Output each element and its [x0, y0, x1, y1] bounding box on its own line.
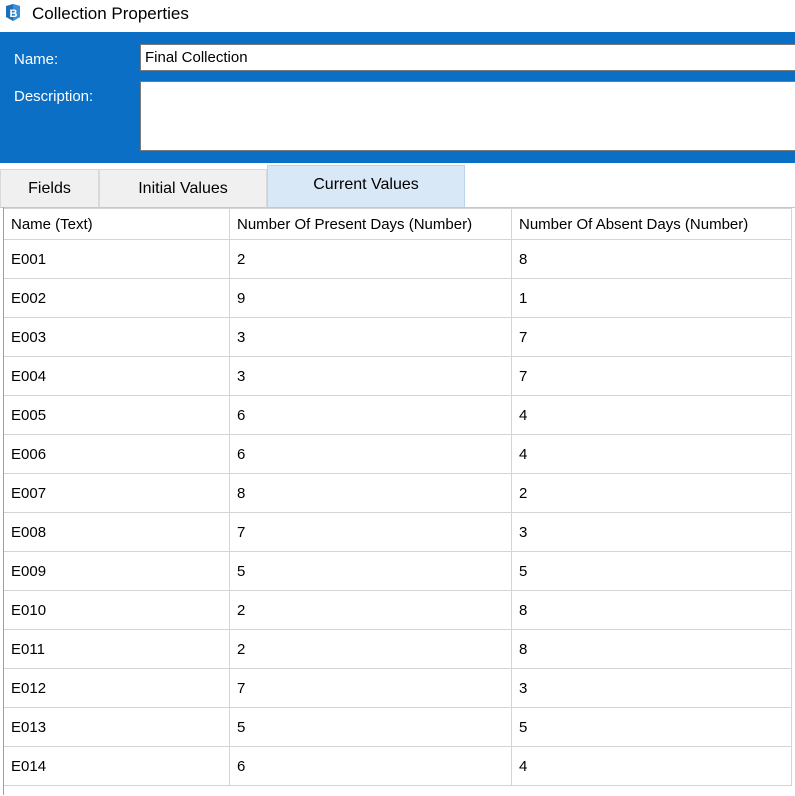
cell-present-days[interactable]: 7 — [229, 668, 512, 708]
description-input[interactable] — [140, 81, 795, 151]
name-label: Name: — [14, 51, 59, 68]
cell-name[interactable]: E008 — [3, 512, 230, 552]
cell-present-days[interactable]: 2 — [229, 629, 512, 669]
cell-name[interactable]: E003 — [3, 317, 230, 357]
cell-present-days[interactable]: 6 — [229, 434, 512, 474]
cell-present-days[interactable]: 5 — [229, 551, 512, 591]
table-row[interactable]: E012 7 3 — [3, 668, 792, 708]
current-values-grid[interactable]: Name (Text) Number Of Present Days (Numb… — [0, 207, 795, 796]
cell-absent-days[interactable]: 3 — [511, 668, 792, 708]
cell-name[interactable]: E004 — [3, 356, 230, 396]
cell-present-days[interactable]: 6 — [229, 746, 512, 786]
cell-absent-days[interactable]: 4 — [511, 746, 792, 786]
collection-header-panel: Name: Description: — [0, 32, 795, 163]
cell-name[interactable]: E012 — [3, 668, 230, 708]
cell-absent-days[interactable]: 3 — [511, 512, 792, 552]
tab-initial-values[interactable]: Initial Values — [99, 169, 267, 207]
table-row[interactable]: E001 2 8 — [3, 239, 792, 279]
tab-current-values[interactable]: Current Values — [267, 165, 465, 207]
table-row[interactable]: E010 2 8 — [3, 590, 792, 630]
cell-present-days[interactable]: 7 — [229, 512, 512, 552]
cell-present-days[interactable]: 8 — [229, 473, 512, 513]
table-row[interactable]: E003 3 7 — [3, 317, 792, 357]
cell-absent-days[interactable]: 4 — [511, 395, 792, 435]
cell-name[interactable]: E013 — [3, 707, 230, 747]
table-row[interactable]: E011 2 8 — [3, 629, 792, 669]
svg-text:B: B — [10, 8, 18, 20]
cell-absent-days[interactable]: 8 — [511, 590, 792, 630]
cell-present-days[interactable]: 3 — [229, 317, 512, 357]
cell-name[interactable]: E010 — [3, 590, 230, 630]
cell-name[interactable]: E002 — [3, 278, 230, 318]
cell-present-days[interactable]: 3 — [229, 356, 512, 396]
table-row[interactable]: E004 3 7 — [3, 356, 792, 396]
header-row: Name (Text) Number Of Present Days (Numb… — [3, 208, 792, 240]
name-input[interactable] — [140, 44, 795, 71]
table-row[interactable]: E007 8 2 — [3, 473, 792, 513]
cell-absent-days[interactable]: 8 — [511, 239, 792, 279]
description-label: Description: — [14, 88, 94, 105]
cell-name[interactable]: E006 — [3, 434, 230, 474]
cell-absent-days[interactable]: 5 — [511, 551, 792, 591]
cell-absent-days[interactable]: 5 — [511, 707, 792, 747]
table-row[interactable]: E002 9 1 — [3, 278, 792, 318]
cell-name[interactable]: E009 — [3, 551, 230, 591]
blueprism-icon: B — [6, 4, 20, 21]
window-title: Collection Properties — [32, 4, 189, 23]
table-row[interactable]: E014 6 4 — [3, 746, 792, 786]
cell-present-days[interactable]: 5 — [229, 707, 512, 747]
cell-name[interactable]: E011 — [3, 629, 230, 669]
cell-absent-days[interactable]: 7 — [511, 356, 792, 396]
cell-present-days[interactable]: 2 — [229, 239, 512, 279]
cell-absent-days[interactable]: 4 — [511, 434, 792, 474]
table-row[interactable]: E005 6 4 — [3, 395, 792, 435]
cell-absent-days[interactable]: 7 — [511, 317, 792, 357]
cell-present-days[interactable]: 6 — [229, 395, 512, 435]
column-header-present-days[interactable]: Number Of Present Days (Number) — [229, 208, 512, 240]
cell-absent-days[interactable]: 1 — [511, 278, 792, 318]
cell-absent-days[interactable]: 8 — [511, 629, 792, 669]
cell-name[interactable]: E014 — [3, 746, 230, 786]
tab-strip: Fields Initial Values Current Values — [0, 165, 795, 207]
grid-left-border — [3, 207, 4, 795]
table-row[interactable]: E006 6 4 — [3, 434, 792, 474]
cell-absent-days[interactable]: 2 — [511, 473, 792, 513]
table-row[interactable]: E013 5 5 — [3, 707, 792, 747]
cell-name[interactable]: E007 — [3, 473, 230, 513]
values-table: Name (Text) Number Of Present Days (Numb… — [3, 208, 792, 786]
table-row[interactable]: E009 5 5 — [3, 551, 792, 591]
cell-present-days[interactable]: 2 — [229, 590, 512, 630]
title-bar: B Collection Properties — [0, 0, 795, 30]
table-row[interactable]: E008 7 3 — [3, 512, 792, 552]
cell-present-days[interactable]: 9 — [229, 278, 512, 318]
cell-name[interactable]: E001 — [3, 239, 230, 279]
tab-fields[interactable]: Fields — [0, 169, 99, 207]
column-header-name[interactable]: Name (Text) — [3, 208, 230, 240]
cell-name[interactable]: E005 — [3, 395, 230, 435]
column-header-absent-days[interactable]: Number Of Absent Days (Number) — [511, 208, 792, 240]
